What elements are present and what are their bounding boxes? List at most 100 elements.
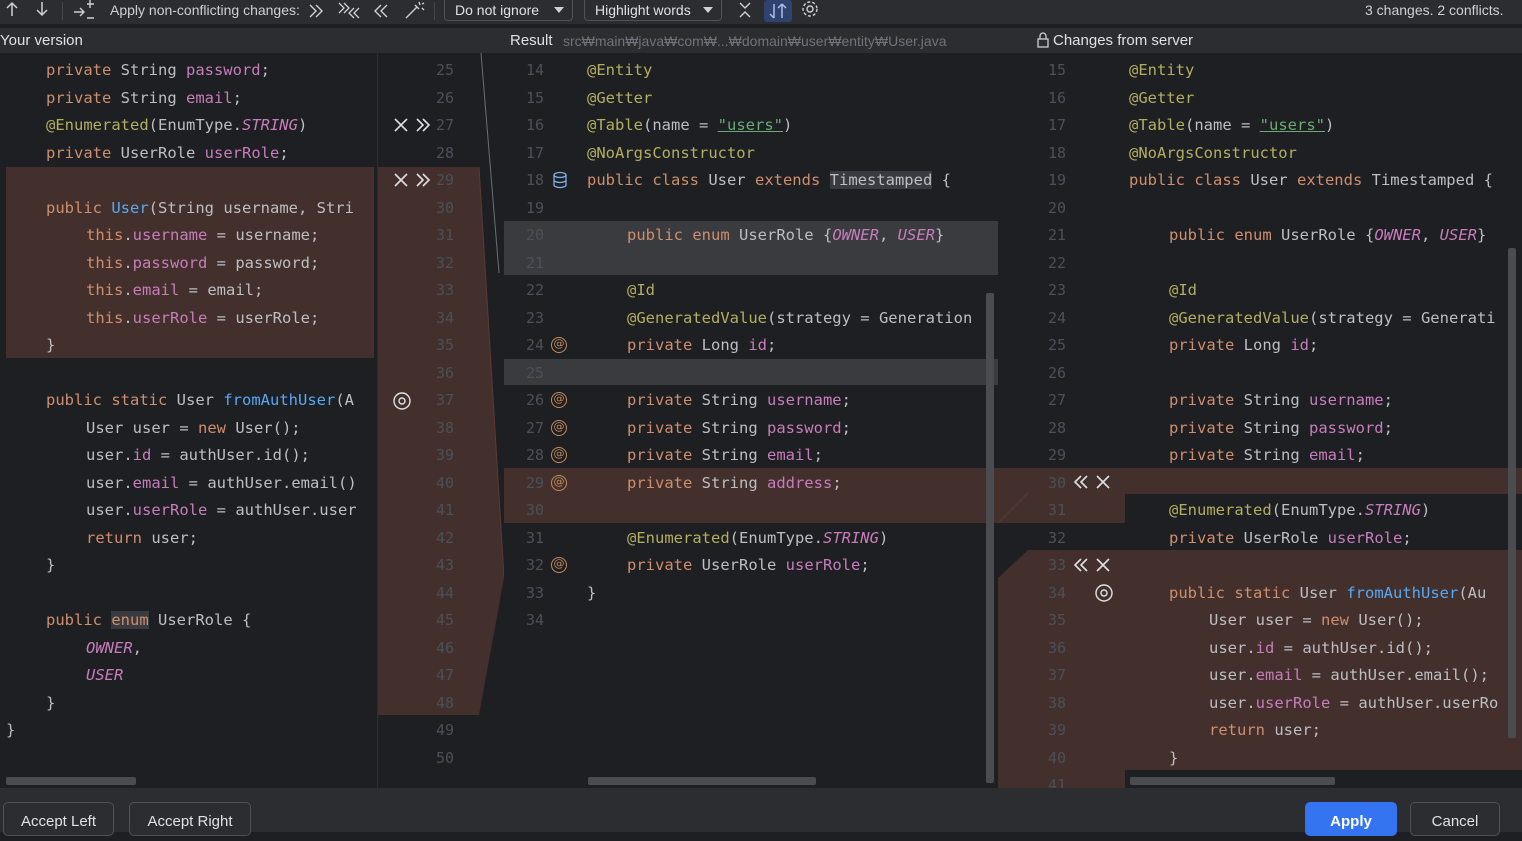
database-icon[interactable] xyxy=(551,171,571,191)
lock-icon xyxy=(1036,32,1050,52)
code-line: private String address; xyxy=(627,473,842,492)
code-line: user.userRole = authUser.user xyxy=(86,501,357,519)
line-number: 23 xyxy=(525,308,544,327)
apply-all-icon[interactable] xyxy=(72,0,96,22)
gear-icon[interactable] xyxy=(800,0,820,22)
line-number: 22 xyxy=(525,281,544,299)
code-line: public enum UserRole { xyxy=(46,611,252,629)
line-number: 32 xyxy=(1047,528,1066,547)
line-number: 50 xyxy=(435,748,454,767)
code-line: return user; xyxy=(1209,721,1321,739)
line-number: 40 xyxy=(435,473,454,492)
code-line: @GeneratedValue(strategy = Generation xyxy=(627,308,973,327)
your-version-editor[interactable]: private String password; private String … xyxy=(0,53,377,788)
line-number: 16 xyxy=(525,116,544,134)
apply-left-icon[interactable] xyxy=(372,0,390,22)
at-sign-icon[interactable]: @ xyxy=(551,557,567,573)
line-number: 16 xyxy=(1047,88,1066,107)
code-line: @Table(name = "users") xyxy=(1129,116,1335,134)
changes-status: 3 changes. 2 conflicts. xyxy=(1365,2,1504,18)
chevron-down-icon xyxy=(703,7,713,13)
code-line: private String username; xyxy=(1169,391,1393,409)
code-line: public static User fromAuthUser(Au xyxy=(1169,583,1487,602)
highlight-mode-dropdown[interactable]: Highlight words xyxy=(584,0,722,21)
accept-right-button[interactable]: Accept Right xyxy=(129,802,251,836)
line-number: 38 xyxy=(435,418,454,437)
at-sign-icon[interactable]: @ xyxy=(551,419,567,436)
collapse-unchanged-icon[interactable] xyxy=(736,0,754,22)
code-line: public static User fromAuthUser(A xyxy=(46,391,354,409)
code-line: user.userRole = authUser.userRo xyxy=(1209,693,1499,712)
server-version-editor[interactable]: @Entity @Getter @Table(name = "users") @… xyxy=(1125,53,1522,788)
vertical-scrollbar[interactable] xyxy=(1508,248,1516,738)
at-sign-icon[interactable]: @ xyxy=(551,447,567,463)
line-number: 36 xyxy=(435,363,454,382)
horizontal-scrollbar[interactable] xyxy=(588,777,816,785)
at-sign-icon[interactable] xyxy=(392,391,412,411)
next-change-icon[interactable] xyxy=(34,0,50,22)
accept-change-icon[interactable] xyxy=(414,171,434,191)
apply-both-icon[interactable] xyxy=(337,0,361,22)
line-number: 41 xyxy=(1047,776,1066,788)
magic-resolve-icon[interactable] xyxy=(403,0,425,22)
cancel-button[interactable]: Cancel xyxy=(1410,802,1500,836)
code-line: @Id xyxy=(1169,281,1197,299)
accept-change-icon[interactable] xyxy=(414,116,434,136)
accept-change-icon[interactable] xyxy=(1072,473,1092,493)
pane-headers: Your version Result src₩main₩java₩com₩..… xyxy=(0,28,1522,53)
at-sign-icon[interactable]: @ xyxy=(551,474,567,491)
code-line: OWNER, xyxy=(86,638,143,657)
toolbar-separator xyxy=(62,2,63,20)
diff-connector-right xyxy=(998,53,1028,788)
accept-left-button[interactable]: Accept Left xyxy=(3,802,114,836)
line-number: 48 xyxy=(435,693,454,712)
line-number: 39 xyxy=(1047,721,1066,739)
horizontal-scrollbar[interactable] xyxy=(6,777,136,785)
line-number: 43 xyxy=(435,556,454,574)
line-number: 34 xyxy=(525,611,544,629)
code-line: } xyxy=(587,583,597,602)
diff-connector-left xyxy=(459,53,504,788)
code-line: private String password; xyxy=(46,61,270,79)
at-sign-icon[interactable] xyxy=(1094,583,1114,603)
code-line: user.email = authUser.email() xyxy=(86,473,357,492)
code-line: public class User extends Timestamped { xyxy=(587,171,951,189)
result-file-path: src₩main₩java₩com₩...₩domain₩user₩entity… xyxy=(563,33,947,49)
at-sign-icon[interactable]: @ xyxy=(551,392,567,408)
code-line: private String password; xyxy=(627,418,851,437)
accept-change-icon[interactable] xyxy=(1072,556,1092,576)
apply-right-icon[interactable] xyxy=(307,0,325,22)
at-sign-icon[interactable]: @ xyxy=(551,337,567,353)
line-number: 24 xyxy=(525,336,544,354)
line-number: 45 xyxy=(435,611,454,629)
code-line: @Id xyxy=(627,281,655,299)
code-line: this.email = email; xyxy=(86,281,264,299)
line-number: 15 xyxy=(1047,61,1066,79)
code-line: @Entity xyxy=(1129,61,1195,79)
ignore-change-icon[interactable] xyxy=(392,116,412,136)
horizontal-scrollbar[interactable] xyxy=(1130,777,1335,785)
code-line: @Entity xyxy=(587,61,653,79)
result-editor[interactable]: @Entity @Getter @Table(name = "users") @… xyxy=(584,53,998,788)
code-line: public User(String username, Stri xyxy=(46,198,354,217)
line-number: 31 xyxy=(525,528,544,547)
code-line: private String email; xyxy=(627,446,823,464)
line-number: 28 xyxy=(435,143,454,162)
ignore-whitespace-dropdown[interactable]: Do not ignore xyxy=(444,0,573,21)
previous-change-icon[interactable] xyxy=(4,0,20,22)
ignore-change-icon[interactable] xyxy=(1094,556,1114,576)
ignore-change-icon[interactable] xyxy=(392,171,412,191)
line-number: 32 xyxy=(435,253,454,272)
ignore-change-icon[interactable] xyxy=(1094,473,1114,493)
code-line: @NoArgsConstructor xyxy=(587,143,755,162)
line-number: 31 xyxy=(1047,501,1066,519)
code-line: @Getter xyxy=(587,88,653,107)
line-number: 47 xyxy=(435,666,454,684)
apply-button[interactable]: Apply xyxy=(1305,802,1397,836)
vertical-scrollbar[interactable] xyxy=(986,293,994,783)
sync-scroll-toggle[interactable] xyxy=(764,0,792,22)
line-number: 25 xyxy=(435,61,454,79)
conflict-block xyxy=(1125,468,1522,494)
line-number: 18 xyxy=(1047,143,1066,162)
line-number: 29 xyxy=(1047,446,1066,464)
